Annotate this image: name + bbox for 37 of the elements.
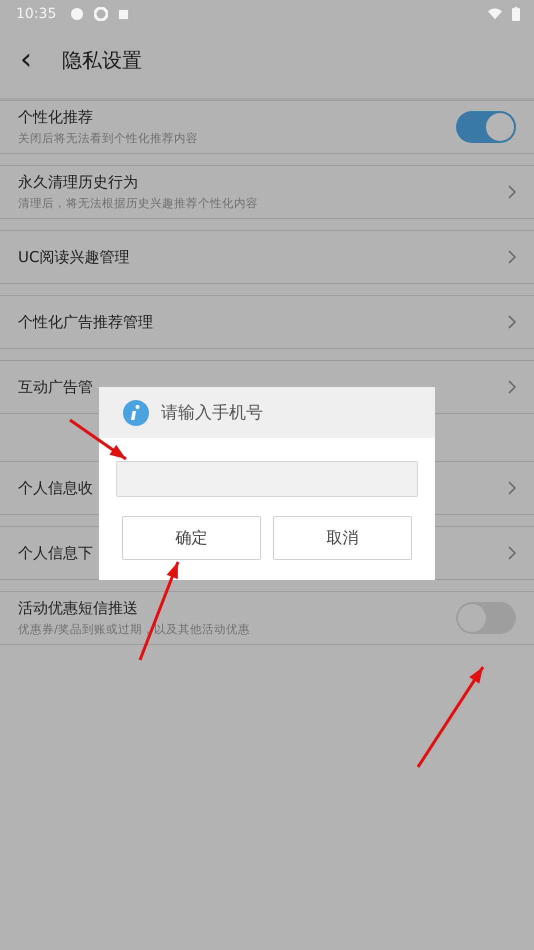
chevron-icon bbox=[508, 250, 516, 264]
back-button[interactable]: ‹ bbox=[20, 45, 62, 75]
row-title: 个人信息收 bbox=[18, 478, 93, 498]
chevron-icon bbox=[508, 315, 516, 329]
row-title: 永久清理历史行为 bbox=[18, 173, 138, 192]
settings-row[interactable]: UC阅读兴趣管理 bbox=[0, 230, 534, 284]
row-title: 个性化广告推荐管理 bbox=[18, 312, 153, 332]
app-icon bbox=[94, 7, 108, 21]
row-title: UC阅读兴趣管理 bbox=[18, 248, 130, 266]
page-title: 隐私设置 bbox=[62, 46, 142, 74]
row-title: 活动优惠短信推送 bbox=[18, 599, 138, 618]
dialog-button[interactable]: 确定 bbox=[122, 516, 261, 560]
row-title: 互动广告管 bbox=[18, 378, 93, 396]
app-icon bbox=[118, 8, 130, 20]
wifi-icon bbox=[488, 7, 502, 21]
battery-icon bbox=[512, 7, 520, 21]
row-subtitle: 清理后，将无法根据历史兴趣推荐个性化内容 bbox=[18, 196, 258, 211]
dialog-button[interactable]: 取消 bbox=[273, 516, 412, 560]
status-time: 10:35 bbox=[16, 6, 56, 22]
chevron-icon bbox=[508, 546, 516, 560]
phone-input-field[interactable] bbox=[116, 461, 418, 497]
annotation-arrow bbox=[69, 418, 127, 460]
row-title: 个性化推荐 bbox=[18, 108, 93, 127]
settings-row[interactable]: 永久清理历史行为 清理后，将无法根据历史兴趣推荐个性化内容 bbox=[0, 165, 534, 219]
info-icon bbox=[123, 400, 149, 426]
row-subtitle: 关闭后将无法看到个性化推荐内容 bbox=[18, 131, 198, 146]
app-icon bbox=[70, 7, 84, 21]
settings-row[interactable]: 活动优惠短信推送 优惠券/奖品到账或过期，以及其他活动优惠 bbox=[0, 591, 534, 645]
row-subtitle: 优惠券/奖品到账或过期，以及其他活动优惠 bbox=[18, 622, 250, 637]
chevron-icon bbox=[508, 481, 516, 495]
settings-row[interactable]: 个性化广告推荐管理 bbox=[0, 295, 534, 349]
toggle-switch[interactable] bbox=[456, 111, 516, 143]
row-title: 个人信息下 bbox=[18, 544, 93, 562]
settings-row[interactable]: 个性化推荐 关闭后将无法看到个性化推荐内容 bbox=[0, 100, 534, 154]
chevron-icon bbox=[508, 380, 516, 394]
dialog-title: 请输入手机号 bbox=[161, 402, 263, 424]
chevron-icon bbox=[508, 185, 516, 199]
